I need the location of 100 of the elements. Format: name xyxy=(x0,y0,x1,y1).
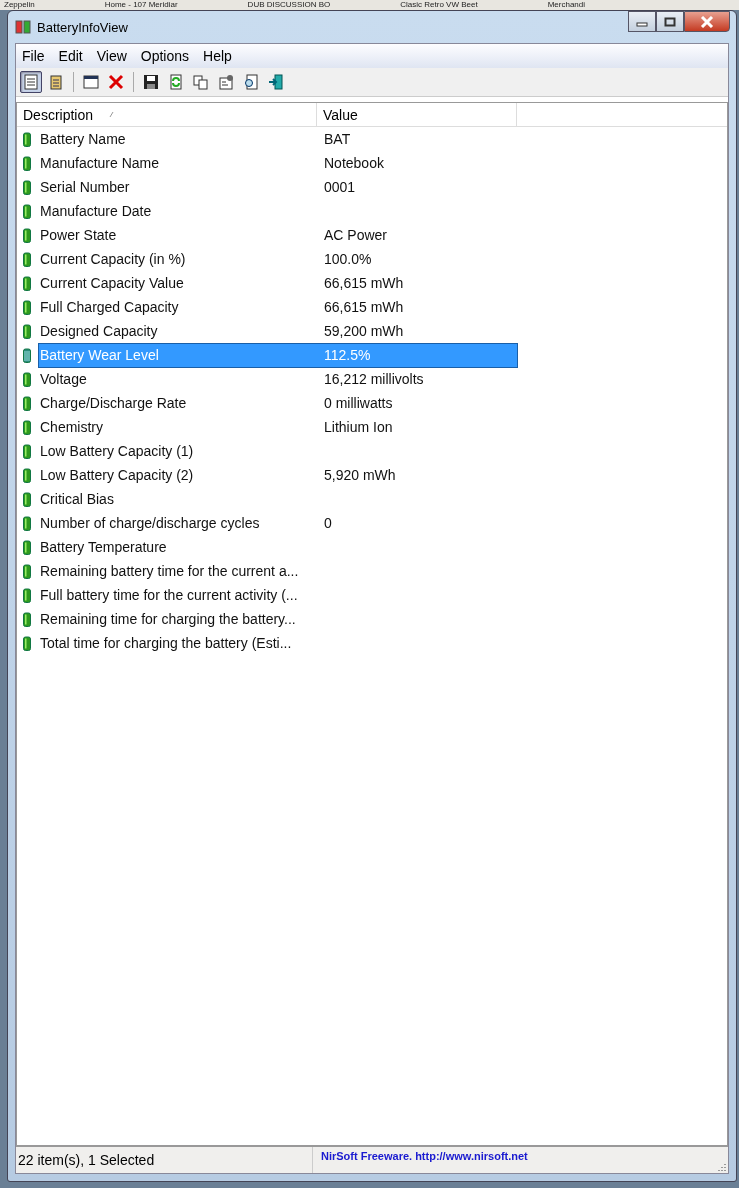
description-cell-text: Battery Name xyxy=(39,131,127,147)
menu-item[interactable]: Help xyxy=(203,48,239,64)
list-row[interactable]: Remaining battery time for the current a... xyxy=(38,558,518,584)
list-row[interactable]: Charge/Discharge Rate 0 milliwatts xyxy=(38,390,518,416)
description-cell-text: Remaining time for charging the battery... xyxy=(39,611,297,627)
description-cell-text: Full battery time for the current activity (... xyxy=(39,587,299,603)
battery-icon xyxy=(23,179,31,195)
battery-icon xyxy=(23,539,31,555)
battery-icon xyxy=(23,155,31,171)
browser-tab[interactable]: Merchandi xyxy=(547,0,585,10)
browser-tab[interactable]: Home - 107 Meridiar xyxy=(104,0,178,10)
description-cell-text: Manufacture Name xyxy=(39,155,161,171)
description-cell-text: Critical Bias xyxy=(39,491,115,507)
value-cell: 112.5% xyxy=(324,347,371,363)
description-cell-text: Remaining battery time for the current a... xyxy=(39,563,300,579)
battery-icon xyxy=(23,395,31,411)
description-cell-text: Chemistry xyxy=(39,419,104,435)
list-row[interactable]: Number of charge/discharge cycles 0 xyxy=(38,510,518,536)
battery-icon xyxy=(23,467,31,483)
battery-icon xyxy=(23,299,31,315)
value-cell: 59,200 mWh xyxy=(324,323,404,339)
list-row[interactable]: Manufacture Name Notebook xyxy=(38,150,518,176)
description-cell-text: Battery Wear Level xyxy=(39,347,160,363)
minimize-button[interactable] xyxy=(628,11,656,32)
description-cell-text: Low Battery Capacity (1) xyxy=(39,443,195,459)
value-cell: BAT xyxy=(324,131,351,147)
resize-grip-icon[interactable] xyxy=(716,1163,726,1173)
battery-icon xyxy=(23,227,31,243)
battery-icon xyxy=(23,419,31,435)
description-cell-text: Voltage xyxy=(39,371,88,387)
status-text: 22 item(s), 1 Selected xyxy=(16,1147,313,1173)
menu-item[interactable]: Options xyxy=(140,48,197,64)
description-cell-text: Battery Temperature xyxy=(39,539,168,555)
list-row[interactable]: Total time for charging the battery (Esti... xyxy=(38,630,518,656)
battery-icon xyxy=(23,203,31,219)
list-row[interactable]: Current Capacity (in %) 100.0% xyxy=(38,246,518,272)
description-cell-text: Designed Capacity xyxy=(39,323,159,339)
menu-item[interactable]: View xyxy=(96,48,134,64)
list-row[interactable]: Voltage 16,212 millivolts xyxy=(38,366,518,392)
list-row[interactable]: Manufacture Date xyxy=(38,198,518,224)
list-row[interactable]: Current Capacity Value 66,615 mWh xyxy=(38,270,518,296)
description-cell-text: Power State xyxy=(39,227,118,243)
close-button[interactable] xyxy=(684,11,730,32)
list-row[interactable]: Chemistry Lithium Ion xyxy=(38,414,518,440)
list-row[interactable]: Critical Bias xyxy=(38,486,518,512)
browser-tab[interactable]: DUB DISCUSSION BO xyxy=(247,0,331,10)
list-row[interactable]: Full battery time for the current activity (... xyxy=(38,582,518,608)
value-cell: 100.0% xyxy=(324,251,372,267)
battery-icon xyxy=(23,587,31,603)
battery-icon xyxy=(23,515,31,531)
list-row[interactable]: Full Charged Capacity 66,615 mWh xyxy=(38,294,518,320)
browser-tab[interactable]: Clasic Retro VW Beet xyxy=(400,0,478,10)
description-cell-text: Current Capacity (in %) xyxy=(39,251,187,267)
list-row[interactable]: Serial Number 0001 xyxy=(38,174,518,200)
browser-tab[interactable]: Zeppelin xyxy=(4,0,35,10)
value-cell: AC Power xyxy=(324,227,388,243)
battery-icon xyxy=(23,251,31,267)
value-cell: 66,615 mWh xyxy=(324,275,404,291)
value-cell: Lithium Ion xyxy=(324,419,393,435)
description-cell-text: Charge/Discharge Rate xyxy=(39,395,188,411)
battery-icon xyxy=(15,20,31,34)
battery-icon xyxy=(23,563,31,579)
battery-icon xyxy=(23,635,31,651)
view-icon[interactable] xyxy=(20,71,42,93)
description-cell-text: Full Charged Capacity xyxy=(39,299,180,315)
battery-icon xyxy=(23,275,31,291)
battery-icon xyxy=(23,323,31,339)
description-cell-text: Current Capacity Value xyxy=(39,275,185,291)
window-title: BatteryInfoView xyxy=(37,19,128,35)
list-row[interactable]: Battery Temperature xyxy=(38,534,518,560)
description-cell-text: Low Battery Capacity (2) xyxy=(39,467,195,483)
description-cell-text: Manufacture Date xyxy=(39,203,153,219)
description-cell-text: Total time for charging the battery (Esti... xyxy=(39,635,293,651)
list-row[interactable]: Low Battery Capacity (1) xyxy=(38,438,518,464)
value-cell: 0 xyxy=(324,515,332,531)
value-cell: Notebook xyxy=(324,155,384,171)
list-row[interactable]: Designed Capacity 59,200 mWh xyxy=(38,318,518,344)
menu-item[interactable]: File xyxy=(22,48,52,64)
list-row[interactable]: Battery Name BAT xyxy=(38,126,518,152)
description-cell-text: Number of charge/discharge cycles xyxy=(39,515,261,531)
list-row[interactable]: Power State AC Power xyxy=(38,222,518,248)
maximize-icon xyxy=(664,16,676,27)
description-cell-text: Serial Number xyxy=(39,179,131,195)
credit-link[interactable]: NirSoft Freeware. http://www.nirsoft.net xyxy=(321,1150,528,1162)
value-cell: 0001 xyxy=(324,179,356,195)
value-cell: 5,920 mWh xyxy=(324,467,396,483)
column-header[interactable]: Value xyxy=(317,103,517,126)
value-cell: 16,212 millivolts xyxy=(324,371,424,387)
column-header[interactable]: Description xyxy=(17,103,317,126)
menu-item[interactable]: Edit xyxy=(58,48,90,64)
battery-icon xyxy=(23,491,31,507)
list-row[interactable]: Low Battery Capacity (2) 5,920 mWh xyxy=(38,462,518,488)
battery-icon xyxy=(23,131,31,147)
list-row[interactable]: Remaining time for charging the battery... xyxy=(38,606,518,632)
close-icon xyxy=(700,15,714,28)
maximize-button[interactable] xyxy=(656,11,684,32)
battery-icon xyxy=(23,611,31,627)
battery-icon xyxy=(23,443,31,459)
battery-icon xyxy=(23,371,31,387)
battery-icon xyxy=(23,347,31,363)
